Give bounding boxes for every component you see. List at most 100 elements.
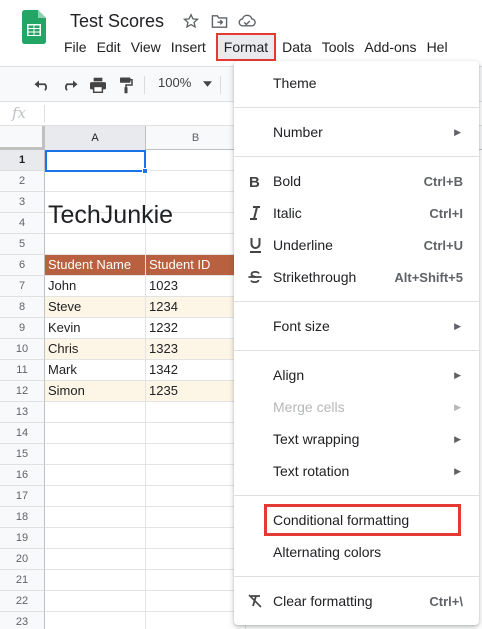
menu-item-clear-formatting[interactable]: Clear formatting Ctrl+\ [234,585,479,617]
row-header[interactable]: 17 [0,486,45,507]
print-icon[interactable] [88,75,108,95]
table-header-cell[interactable]: Student Name [45,255,146,276]
table-cell[interactable]: 1232 [146,318,246,339]
undo-icon[interactable] [32,75,52,95]
row-header[interactable]: 18 [0,507,45,528]
menu-item-font-size[interactable]: Font size ▶ [234,310,479,342]
table-cell[interactable]: Kevin [45,318,146,339]
grid-cell[interactable] [146,465,246,486]
select-all-corner[interactable] [0,126,45,150]
zoom-select[interactable]: 100% [158,75,213,90]
table-cell[interactable]: 1342 [146,360,246,381]
menu-item-theme[interactable]: Theme [234,67,479,99]
menu-edit[interactable]: Edit [93,35,125,59]
grid-cell[interactable] [45,402,146,423]
grid-cell[interactable] [45,234,146,255]
menu-item-text-wrapping[interactable]: Text wrapping ▶ [234,423,479,455]
grid-cell[interactable] [45,528,146,549]
row-header[interactable]: 1 [0,150,45,171]
menu-item-number[interactable]: Number ▶ [234,116,479,148]
grid-cell[interactable] [146,570,246,591]
column-header-a[interactable]: A [45,126,146,150]
menu-addons[interactable]: Add-ons [360,35,420,59]
row-header[interactable]: 19 [0,528,45,549]
table-header-cell[interactable]: Student ID [146,255,246,276]
table-cell[interactable]: 1323 [146,339,246,360]
grid-cell[interactable] [45,423,146,444]
table-cell[interactable]: Chris [45,339,146,360]
table-cell[interactable]: Mark [45,360,146,381]
menu-format[interactable]: Format [215,33,277,61]
menu-item-alternating-colors[interactable]: Alternating colors [234,536,479,568]
grid-cell[interactable] [146,549,246,570]
paint-format-icon[interactable] [116,75,136,95]
grid-cell[interactable] [45,612,146,629]
menu-file[interactable]: File [60,35,91,59]
grid-cell[interactable] [146,612,246,629]
grid-cell[interactable] [146,150,246,171]
grid-cell[interactable] [45,486,146,507]
menu-item-align[interactable]: Align ▶ [234,359,479,391]
active-cell-a1[interactable] [45,150,146,172]
menu-tools[interactable]: Tools [318,35,359,59]
grid-cell[interactable] [45,444,146,465]
menu-insert[interactable]: Insert [167,35,210,59]
menu-item-italic[interactable]: Italic Ctrl+I [234,197,479,229]
cloud-status-icon[interactable] [238,12,256,30]
row-header[interactable]: 9 [0,318,45,339]
table-cell[interactable]: Steve [45,297,146,318]
sheet-title-text[interactable]: TechJunkie [48,201,173,230]
grid-cell[interactable] [45,171,146,192]
row-header[interactable]: 2 [0,171,45,192]
table-cell[interactable]: Simon [45,381,146,402]
row-header[interactable]: 20 [0,549,45,570]
row-header[interactable]: 7 [0,276,45,297]
row-header[interactable]: 21 [0,570,45,591]
row-header[interactable]: 16 [0,465,45,486]
table-cell[interactable]: John [45,276,146,297]
menu-item-text-rotation[interactable]: Text rotation ▶ [234,455,479,487]
fill-handle[interactable] [142,168,148,174]
star-icon[interactable] [182,12,200,30]
grid-cell[interactable] [45,549,146,570]
grid-cell[interactable] [146,507,246,528]
row-header[interactable]: 23 [0,612,45,629]
row-header[interactable]: 11 [0,360,45,381]
menu-item-underline[interactable]: Underline Ctrl+U [234,229,479,261]
row-header[interactable]: 5 [0,234,45,255]
menu-help[interactable]: Hel [423,35,452,59]
row-header[interactable]: 22 [0,591,45,612]
table-cell[interactable]: 1234 [146,297,246,318]
column-header-b[interactable]: B [146,126,246,150]
redo-icon[interactable] [60,75,80,95]
grid-cell[interactable] [146,234,246,255]
grid-cell[interactable] [146,402,246,423]
menu-item-bold[interactable]: B Bold Ctrl+B [234,165,479,197]
row-header[interactable]: 15 [0,444,45,465]
row-header[interactable]: 10 [0,339,45,360]
sheets-logo-icon[interactable] [22,10,46,44]
grid-cell[interactable] [45,591,146,612]
row-header[interactable]: 4 [0,213,45,234]
table-cell[interactable]: 1023 [146,276,246,297]
menu-data[interactable]: Data [278,35,316,59]
row-header[interactable]: 14 [0,423,45,444]
table-cell[interactable]: 1235 [146,381,246,402]
grid-cell[interactable] [45,570,146,591]
grid-cell[interactable] [146,444,246,465]
move-folder-icon[interactable] [210,12,228,30]
row-header[interactable]: 13 [0,402,45,423]
row-header[interactable]: 8 [0,297,45,318]
document-title[interactable]: Test Scores [70,11,164,32]
menu-view[interactable]: View [127,35,165,59]
grid-cell[interactable] [45,465,146,486]
grid-cell[interactable] [45,507,146,528]
grid-cell[interactable] [146,486,246,507]
grid-cell[interactable] [146,591,246,612]
menu-item-strikethrough[interactable]: Strikethrough Alt+Shift+5 [234,261,479,293]
grid-cell[interactable] [146,423,246,444]
row-header[interactable]: 12 [0,381,45,402]
row-header[interactable]: 3 [0,192,45,213]
grid-cell[interactable] [146,171,246,192]
grid-cell[interactable] [146,528,246,549]
